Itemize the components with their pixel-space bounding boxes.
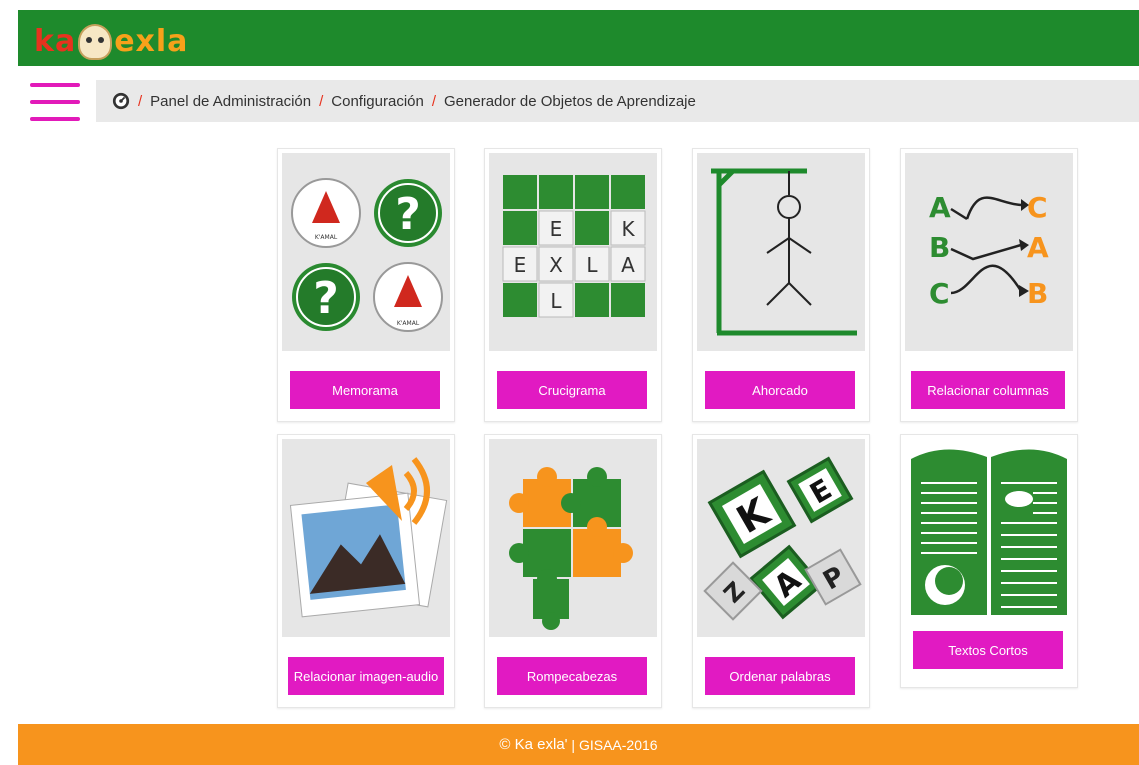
textos-cortos-button[interactable]: Textos Cortos [913,631,1063,669]
logo-text-part1: ka [34,24,77,59]
crossword-letter: L [586,253,598,277]
crossword-letter: E [514,253,527,277]
card-relacionar-columnas: A B C C A B Relacionar columnas [900,148,1078,422]
top-header: ka exla [18,10,1139,66]
image-audio-icon[interactable] [282,439,450,637]
ahorcado-button[interactable]: Ahorcado [705,371,855,409]
breadcrumb-separator: / [431,92,437,110]
hamburger-menu-icon[interactable] [30,83,80,125]
match-columns-icon[interactable]: A B C C A B [905,153,1073,351]
card-crucigrama: E K E X L A L Crucigrama [484,148,662,422]
hangman-icon[interactable] [697,153,865,351]
open-book-icon[interactable] [905,439,1073,621]
relacionar-imagen-audio-button[interactable]: Relacionar imagen-audio [288,657,444,695]
crossword-letter: A [621,253,635,277]
letter-tiles-icon[interactable]: K E A Z P [697,439,865,637]
column-letter: B [1027,277,1048,310]
footer: © Ka exla' | GISAA-2016 [18,724,1139,765]
card-textos-cortos: Textos Cortos [900,434,1078,688]
breadcrumb-item-generador: Generador de Objetos de Aprendizaje [444,92,696,110]
crossword-letter: L [550,289,562,313]
column-letter: A [929,191,951,224]
card-relacionar-imagen-audio: Relacionar imagen-audio [277,434,455,708]
card-ordenar-palabras: K E A Z P Ordenar palabras [692,434,870,708]
column-letter: A [1027,231,1049,264]
crossword-letter: X [549,253,563,277]
card-rompecabezas: Rompecabezas [484,434,662,708]
crossword-icon[interactable]: E K E X L A L [489,153,657,351]
logo-text-part2: exla [114,24,189,59]
question-mark: ? [395,189,421,240]
memorama-caption: K'AMAL [397,320,420,327]
crossword-letter: K [621,217,635,241]
card-ahorcado: Ahorcado [692,148,870,422]
crucigrama-button[interactable]: Crucigrama [497,371,647,409]
puzzle-icon[interactable] [489,439,657,637]
relacionar-columnas-button[interactable]: Relacionar columnas [911,371,1065,409]
column-letter: C [1027,191,1048,224]
breadcrumb-item-configuracion[interactable]: Configuración [331,93,424,110]
crossword-letter: E [550,217,563,241]
memorama-button[interactable]: Memorama [290,371,440,409]
dashboard-gauge-icon[interactable] [112,92,130,110]
memory-cards-icon[interactable]: K'AMAL ? ? K'AMAL [282,153,450,351]
column-letter: B [929,231,950,264]
breadcrumb-separator: / [319,92,324,110]
breadcrumb-separator: / [138,92,143,110]
footer-credit: | GISAA-2016 [567,736,658,753]
question-mark: ? [313,273,339,324]
column-letter: C [929,277,950,310]
breadcrumb-item-panel[interactable]: Panel de Administración [150,93,311,110]
card-memorama: K'AMAL ? ? K'AMAL Memorama [277,148,455,422]
footer-brand: © Ka exla' [499,736,568,753]
ordenar-palabras-button[interactable]: Ordenar palabras [705,657,855,695]
rompecabezas-button[interactable]: Rompecabezas [497,657,647,695]
memorama-caption: K'AMAL [315,234,338,241]
face-logo-icon [78,24,113,60]
app-logo[interactable]: ka exla [34,22,188,62]
breadcrumb: / Panel de Administración / Configuració… [96,80,1139,122]
